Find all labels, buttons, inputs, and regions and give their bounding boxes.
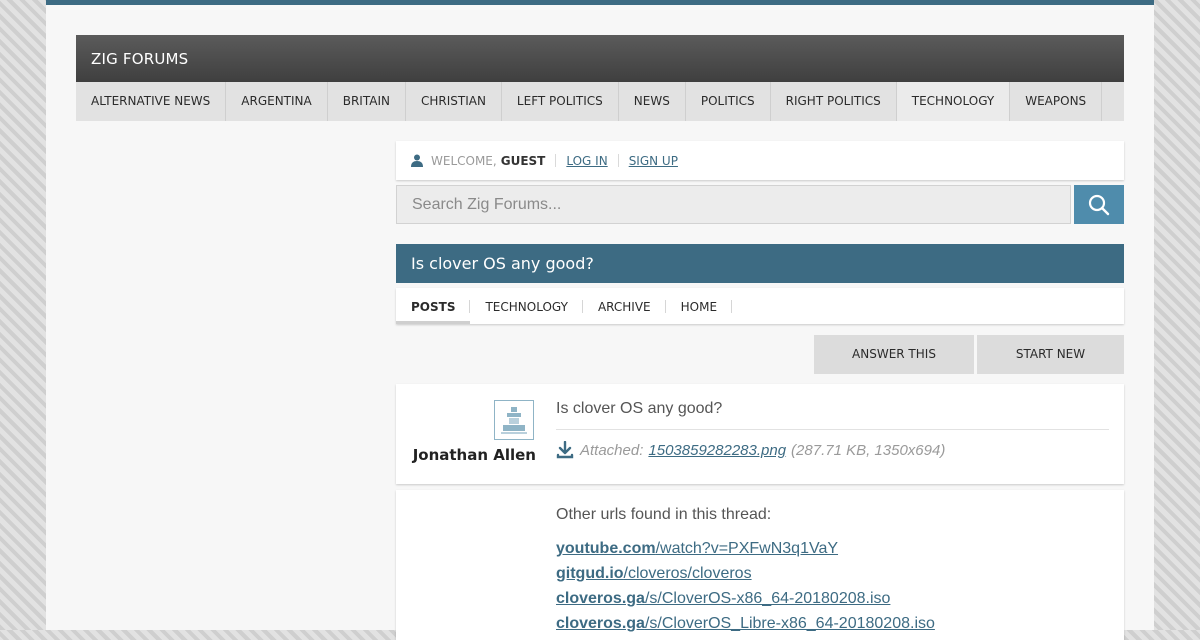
avatar <box>494 400 534 440</box>
signup-link[interactable]: SIGN UP <box>629 154 678 168</box>
url-path: /s/CloverOS_Libre-x86_64-20180208.iso <box>644 615 935 632</box>
category-nav: ALTERNATIVE NEWS ARGENTINA BRITAIN CHRIS… <box>76 82 1124 121</box>
site-title[interactable]: ZIG FORUMS <box>91 50 188 68</box>
category-left-politics[interactable]: LEFT POLITICS <box>502 82 619 121</box>
user-icon <box>411 154 423 167</box>
search-input[interactable] <box>396 185 1071 224</box>
site-header: ZIG FORUMS <box>76 35 1124 82</box>
category-christian[interactable]: CHRISTIAN <box>406 82 502 121</box>
search-button[interactable] <box>1074 185 1124 224</box>
tab-posts[interactable]: POSTS <box>396 288 471 324</box>
url-path: /watch?v=PXFwN3q1VaY <box>655 540 839 557</box>
urls-panel: Other urls found in this thread: youtube… <box>396 490 1124 640</box>
post: Jonathan Allen Is clover OS any good? At… <box>396 384 1124 484</box>
divider <box>555 154 557 167</box>
category-alternative-news[interactable]: ALTERNATIVE NEWS <box>76 82 227 121</box>
thread-title: Is clover OS any good? <box>396 244 1124 283</box>
category-politics[interactable]: POLITICS <box>686 82 771 121</box>
post-author[interactable]: Jonathan Allen <box>413 446 536 464</box>
url-domain: cloveros.ga <box>556 615 645 632</box>
tab-home[interactable]: HOME <box>666 288 733 324</box>
attached-label: Attached: <box>580 441 644 459</box>
url-domain: cloveros.ga <box>556 590 645 607</box>
top-accent-bar <box>46 0 1154 5</box>
guest-username: GUEST <box>500 153 546 168</box>
tab-technology[interactable]: TECHNOLOGY <box>470 288 584 324</box>
url-link[interactable]: cloveros.ga/s/CloverOS_Libre-x86_64-2018… <box>556 611 935 636</box>
page-container: ZIG FORUMS ALTERNATIVE NEWS ARGENTINA BR… <box>46 0 1154 640</box>
answer-thread-button[interactable]: ANSWER THIS THREAD <box>814 335 974 400</box>
welcome-text: WELCOME, <box>431 153 497 168</box>
category-argentina[interactable]: ARGENTINA <box>226 82 328 121</box>
default-avatar-icon <box>501 407 527 434</box>
download-icon[interactable] <box>556 441 574 459</box>
category-technology[interactable]: TECHNOLOGY <box>896 82 1011 121</box>
attachment-link[interactable]: 1503859282283.png <box>648 442 786 459</box>
search-bar <box>396 185 1124 224</box>
post-text: Is clover OS any good? <box>556 400 1109 430</box>
category-britain[interactable]: BRITAIN <box>328 82 406 121</box>
user-bar: WELCOME, GUEST LOG IN SIGN UP <box>396 141 1124 180</box>
attachment: Attached: 1503859282283.png (287.71 KB, … <box>556 441 1109 459</box>
url-link[interactable]: cloveros.ga/s/CloverOS-x86_64-20180208.i… <box>556 586 935 611</box>
url-link[interactable]: gitgud.io/cloveros/cloveros <box>556 561 935 586</box>
url-link[interactable]: youtube.com/watch?v=PXFwN3q1VaY <box>556 536 935 561</box>
thread-tabs: POSTS TECHNOLOGY ARCHIVE HOME <box>396 288 1124 324</box>
url-path: /cloveros/cloveros <box>623 565 752 582</box>
url-path: /s/CloverOS-x86_64-20180208.iso <box>644 590 891 607</box>
post-body: Is clover OS any good? Attached: 1503859… <box>556 400 1109 459</box>
tab-archive[interactable]: ARCHIVE <box>583 288 666 324</box>
url-domain: youtube.com <box>556 540 656 557</box>
url-list: youtube.com/watch?v=PXFwN3q1VaY gitgud.i… <box>556 536 935 636</box>
divider <box>617 154 619 167</box>
url-domain: gitgud.io <box>556 565 624 582</box>
category-weapons[interactable]: WEAPONS <box>1010 82 1103 121</box>
category-right-politics[interactable]: RIGHT POLITICS <box>771 82 897 121</box>
attachment-meta: (287.71 KB, 1350x694) <box>791 441 946 459</box>
login-link[interactable]: LOG IN <box>566 154 607 168</box>
category-news[interactable]: NEWS <box>619 82 686 121</box>
search-icon <box>1088 194 1110 215</box>
urls-heading: Other urls found in this thread: <box>556 506 772 523</box>
start-new-thread-button[interactable]: START NEW THREAD <box>977 335 1124 400</box>
